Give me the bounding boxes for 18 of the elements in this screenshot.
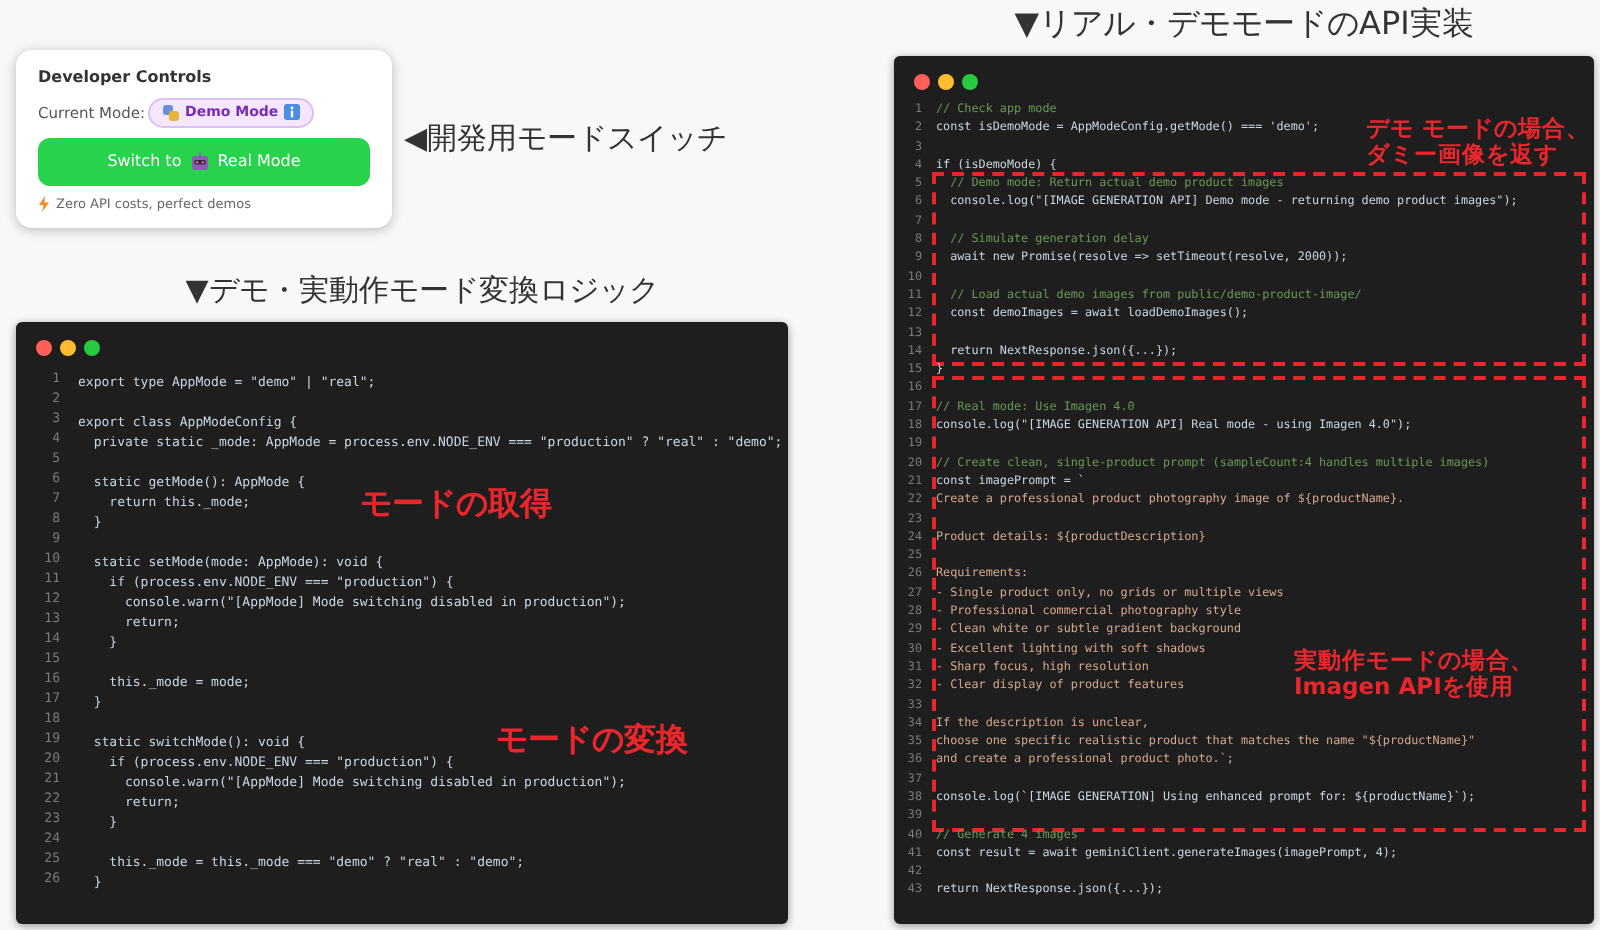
switch-mode-button[interactable]: Switch to Real Mode [38, 137, 370, 185]
annotation-text: モードの取得 [360, 486, 552, 523]
caption: ▼リアル・デモモードのAPI実装 [1012, 4, 1476, 46]
annotation-text: Imagen APIを使用 [1294, 674, 1514, 701]
minimize-dot-icon [60, 340, 76, 356]
card-title: Developer Controls [38, 67, 214, 85]
maximize-dot-icon [84, 340, 100, 356]
close-dot-icon [914, 74, 930, 90]
minimize-dot-icon [938, 74, 954, 90]
caption: ◀開発用モードスイッチ [404, 119, 728, 157]
annotation-text: モードの変換 [496, 722, 688, 759]
info-icon [284, 104, 301, 120]
lightning-icon [38, 195, 50, 211]
caption: ▼デモ・実動作モード変換ロジック [183, 272, 661, 310]
maximize-dot-icon [962, 74, 978, 90]
annotation-text: ダミー画像を返す [1366, 142, 1558, 169]
close-dot-icon [36, 340, 52, 356]
robot-icon [189, 151, 210, 171]
